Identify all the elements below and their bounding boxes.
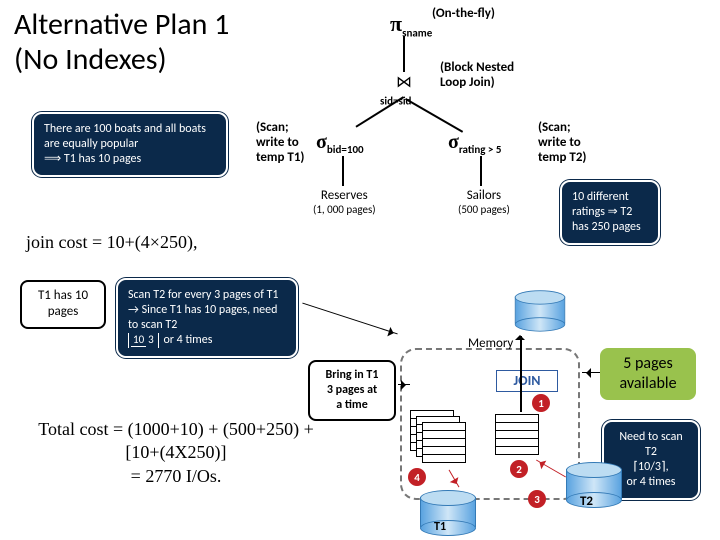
num-4: 4 [408, 468, 426, 486]
arrow-up-icon [515, 330, 525, 340]
join-cost-text: join cost = 10+(4×250), [26, 232, 197, 253]
callout-t1pages: T1 has 10 pages [20, 280, 106, 329]
callout-boats: There are 100 boats and all boats are eq… [32, 112, 228, 177]
arrow-pagesavail [582, 372, 600, 373]
callout-scant2: Scan T2 for every 3 pages of T1 → Since … [116, 278, 298, 358]
arrow-bring [398, 384, 410, 385]
arrow-scant2 [302, 303, 397, 335]
num-2: 2 [510, 460, 528, 478]
disk-top [515, 290, 565, 330]
pi-annot: (On-the-fly) [432, 6, 495, 21]
sigma-rating-annot: (Scan; write to temp T2) [538, 120, 586, 165]
sigma-rating: σrating > 5 [448, 130, 501, 156]
sailors-leaf: Sailors (500 pages) [458, 188, 510, 216]
num-3: 3 [528, 490, 546, 508]
total-cost-text: Total cost = (1000+10) + (500+250) + [10… [16, 418, 336, 488]
output-page [495, 414, 539, 455]
t2-label: T2 [580, 494, 593, 509]
join-box: JOIN [496, 370, 558, 392]
t1-label: T1 [434, 520, 446, 534]
sigma-bid: σbid=100 [316, 130, 364, 156]
callout-pages-avail: 5 pages available [600, 348, 696, 400]
join-annot: (Block Nested Loop Join) [440, 60, 514, 90]
num-1: 1 [532, 394, 550, 412]
pi-node: πsname [390, 10, 432, 39]
disk-t1 [420, 490, 476, 534]
sigma-bid-annot: (Scan; write to temp T1) [256, 120, 304, 165]
t1-pages-3 [422, 422, 466, 463]
disk-t2 [566, 462, 622, 506]
memory-label: Memory [468, 336, 513, 351]
join-node: ⋈ [393, 72, 415, 92]
callout-bring: Bring in T1 3 pages at a time [308, 360, 396, 421]
reserves-leaf: Reserves (1, 000 pages) [313, 188, 376, 216]
callout-ratings: 10 different ratings ⇒ T2 has 250 pages [560, 180, 660, 245]
slide-title: Alternative Plan 1 (No Indexes) [14, 8, 229, 77]
